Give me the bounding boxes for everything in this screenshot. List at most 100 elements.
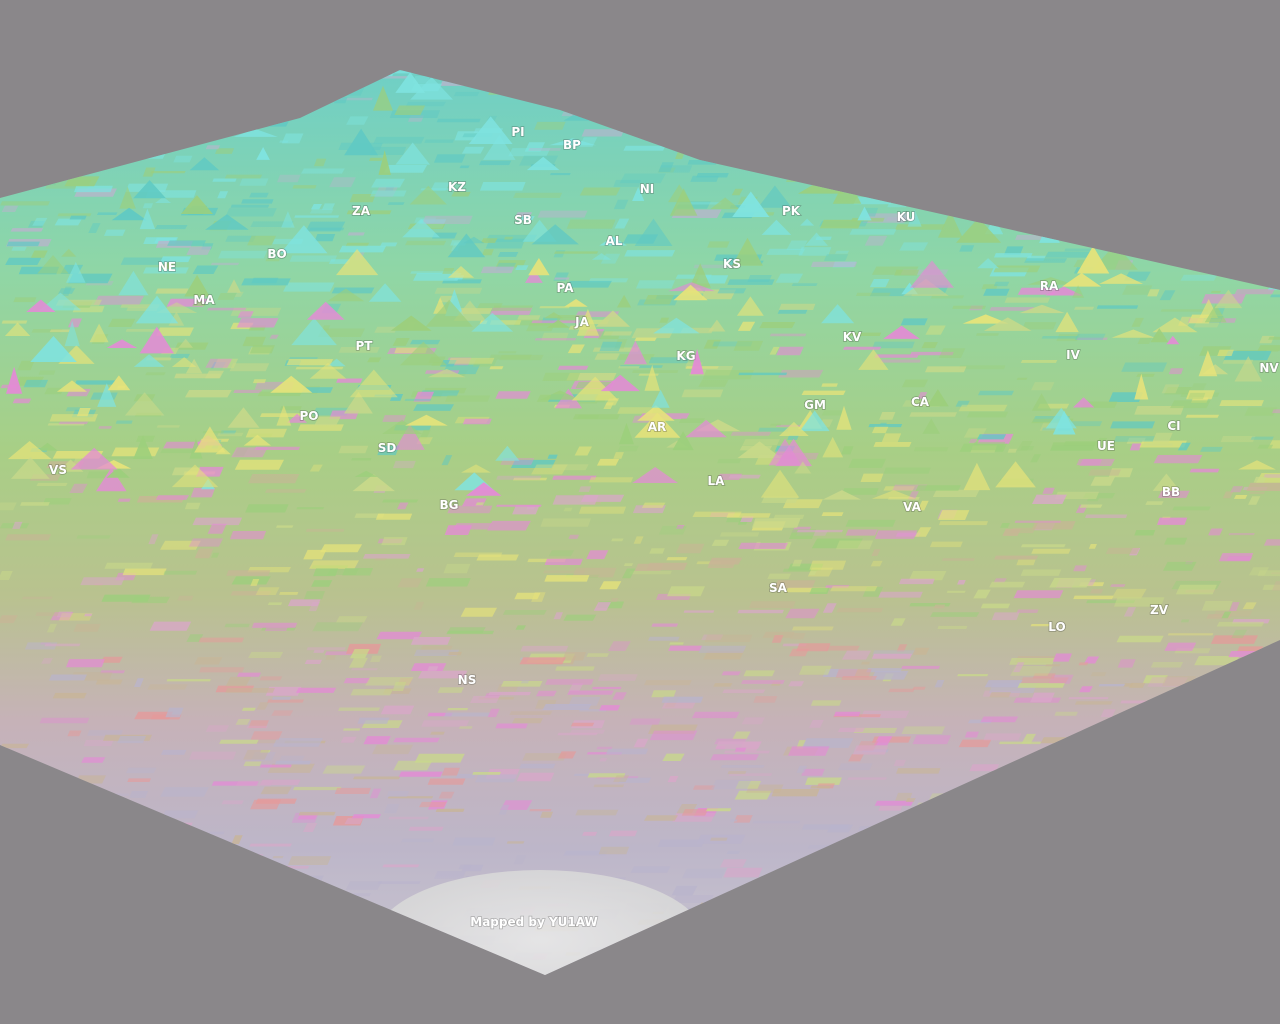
relief-patch [0,888,19,893]
relief-patch [924,366,967,373]
relief-patch [192,78,226,84]
relief-patch [381,537,408,546]
relief-patch [375,513,413,520]
relief-patch [901,726,946,735]
relief-patch [1142,183,1190,192]
relief-patch [152,947,183,954]
relief-patch [909,412,957,417]
relief-patch [249,345,275,354]
relief-patch [42,126,56,135]
relief-patch [88,116,111,119]
relief-patch [1097,914,1114,920]
relief-patch [545,679,594,685]
relief-patch [224,623,250,628]
relief-patch [1146,793,1169,802]
site-label-sa: SA [769,581,788,595]
relief-patch [738,372,788,376]
relief-patch [303,591,326,600]
relief-peak [1113,177,1137,189]
relief-patch [154,225,188,230]
relief-patch [1068,884,1094,895]
relief-patch [720,765,765,768]
relief-patch [142,837,189,840]
relief-patch [539,76,565,79]
relief-patch [351,668,378,671]
relief-patch [404,398,432,401]
relief-patch [883,467,931,474]
relief-patch [1050,445,1101,451]
relief-patch [398,771,443,777]
site-label-vs: VS [49,463,67,477]
relief-patch [571,82,619,90]
relief-patch [225,854,264,858]
relief-patch [1013,942,1026,948]
relief-patch [570,722,595,727]
relief-patch [672,895,714,903]
relief-patch [997,116,1037,127]
relief-patch [617,445,639,452]
relief-patch [1140,758,1178,768]
relief-peak [0,162,33,183]
relief-patch [1101,909,1135,914]
relief-patch [1113,197,1128,204]
relief-patch [1069,863,1106,869]
relief-patch [632,370,679,373]
relief-patch [1088,117,1122,128]
relief-patch [1215,703,1258,709]
relief-patch [938,510,970,521]
relief-patch [911,944,945,950]
relief-patch [1191,838,1240,842]
relief-patch [965,185,977,195]
relief-peak [709,76,726,99]
relief-patch [1011,75,1026,80]
relief-patch [657,839,705,847]
relief-patch [1063,939,1089,947]
relief-patch [1065,139,1083,146]
relief-patch [563,614,597,621]
relief-patch [97,813,109,823]
relief-patch [1138,916,1151,925]
relief-patch [1211,753,1253,762]
relief-patch [1017,70,1068,75]
relief-patch [678,418,705,423]
relief-patch [1217,195,1243,198]
relief-patch [5,257,42,265]
relief-patch [706,808,732,812]
relief-patch [432,956,449,960]
relief-patch [864,176,901,180]
relief-patch [551,464,589,471]
relief-patch [335,616,368,623]
relief-patch [1139,174,1153,185]
relief-patch [13,96,53,107]
relief-patch [1054,746,1086,754]
relief-patch [43,911,66,916]
relief-patch [694,86,748,96]
relief-patch [983,733,1022,741]
relief-patch [1184,816,1214,825]
relief-patch [386,791,410,797]
relief-patch [1065,931,1084,941]
relief-patch [785,70,804,74]
relief-patch [800,879,845,883]
relief-patch [552,495,599,505]
relief-patch [292,786,342,791]
relief-patch [151,70,179,76]
relief-patch [235,780,274,787]
relief-patch [702,901,747,904]
relief-patch [1156,224,1206,235]
relief-patch [20,85,34,95]
coverage-center-disc [375,870,705,975]
relief-patch [392,460,416,469]
relief-patch [809,588,830,594]
relief-patch [833,102,860,109]
relief-patch [799,70,839,72]
relief-patch [180,935,222,943]
relief-patch [1045,664,1061,667]
relief-patch [388,816,429,820]
relief-patch [207,307,247,311]
relief-patch [64,176,100,187]
relief-patch [969,764,1000,772]
relief-patch [1233,267,1268,273]
relief-patch [958,404,1008,412]
relief-patch [512,718,544,724]
